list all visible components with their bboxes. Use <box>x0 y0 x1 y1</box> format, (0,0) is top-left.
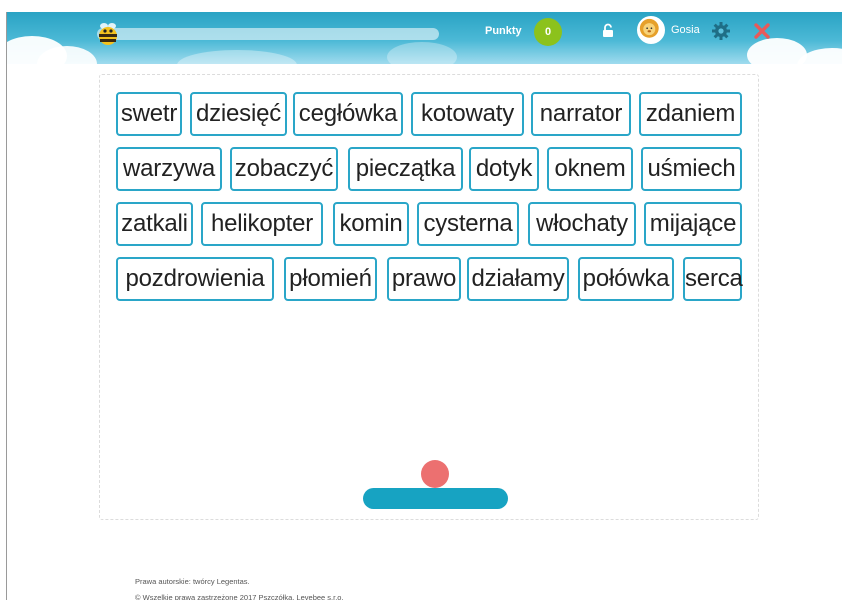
brick[interactable]: warzywa <box>116 147 222 191</box>
bee-logo-icon <box>99 23 117 45</box>
brick[interactable]: działamy <box>467 257 569 301</box>
brick[interactable]: prawo <box>387 257 461 301</box>
game-frame: Punkty 0 Gosia swetr dziesięć cegłówka k… <box>6 12 842 600</box>
copyright-line: © Wszelkie prawa zastrzeżone 2017 Pszczó… <box>135 593 344 600</box>
lion-avatar-icon[interactable] <box>637 16 665 44</box>
paddle[interactable] <box>363 488 508 509</box>
brick[interactable]: cegłówka <box>293 92 403 136</box>
brick[interactable]: zobaczyć <box>230 147 338 191</box>
brick[interactable]: swetr <box>116 92 182 136</box>
brick[interactable]: helikopter <box>201 202 323 246</box>
brick[interactable]: uśmiech <box>641 147 742 191</box>
brick[interactable]: połówka <box>578 257 674 301</box>
unlock-icon[interactable] <box>601 23 615 39</box>
brick[interactable]: oknem <box>547 147 633 191</box>
cloud-decoration <box>387 42 457 72</box>
brick[interactable]: zatkali <box>116 202 193 246</box>
brick[interactable]: pieczątka <box>348 147 463 191</box>
brick[interactable]: dotyk <box>469 147 539 191</box>
brick[interactable]: płomień <box>284 257 377 301</box>
brick[interactable]: mijające <box>644 202 742 246</box>
brick[interactable]: cysterna <box>417 202 519 246</box>
brick[interactable]: pozdrowienia <box>116 257 274 301</box>
gear-icon[interactable] <box>711 21 731 41</box>
points-badge: 0 <box>534 18 562 46</box>
brick[interactable]: włochaty <box>528 202 636 246</box>
brick[interactable]: dziesięć <box>190 92 287 136</box>
close-icon[interactable] <box>753 22 771 40</box>
points-label: Punkty <box>485 25 522 37</box>
brick[interactable]: kotowaty <box>411 92 524 136</box>
brick[interactable]: narrator <box>531 92 631 136</box>
brick[interactable]: serca <box>683 257 743 301</box>
brick[interactable]: komin <box>333 202 409 246</box>
brick[interactable]: zdaniem <box>639 92 742 136</box>
level-progress-bar <box>97 28 439 40</box>
footer: Prawa autorskie: twórcy Legentas. © Wsze… <box>135 574 344 600</box>
cloud-decoration <box>37 46 97 82</box>
top-bar: Punkty 0 Gosia <box>7 12 842 84</box>
user-name[interactable]: Gosia <box>671 24 700 36</box>
copyright-line: Prawa autorskie: twórcy Legentas. <box>135 577 250 586</box>
ball <box>421 460 449 488</box>
